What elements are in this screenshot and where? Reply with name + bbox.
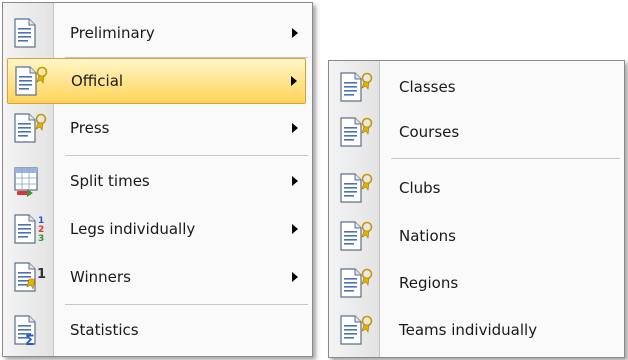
- menu-item-label: Split times: [70, 172, 150, 190]
- submenu-arrow-icon: [292, 123, 298, 133]
- menu-item-label: Legs individually: [70, 220, 196, 238]
- menu-item-label: Official: [71, 72, 124, 90]
- submenu-item-label: Teams individually: [399, 321, 538, 339]
- menu-item-preliminary[interactable]: Preliminary: [5, 9, 310, 57]
- submenu-item-label: Courses: [399, 123, 460, 141]
- menu-item-label: Winners: [70, 268, 131, 286]
- submenu-arrow-icon: [292, 272, 298, 282]
- submenu-item-courses[interactable]: Courses: [331, 108, 622, 156]
- svg-text:Σ: Σ: [25, 333, 35, 346]
- submenu-item-label: Clubs: [399, 179, 441, 197]
- main-menu: Preliminary Official Press Split times 1…: [2, 2, 313, 357]
- submenu-arrow-icon: [291, 76, 297, 86]
- submenu-arrow-icon: [292, 28, 298, 38]
- split-times-table-icon: [9, 165, 47, 197]
- submenu-item-clubs[interactable]: Clubs: [331, 164, 622, 212]
- document-winner-icon: 1: [9, 261, 47, 293]
- menu-item-winners[interactable]: 1 Winners: [5, 253, 310, 301]
- document-ranking-icon: 1 2 3: [9, 213, 47, 245]
- submenu-item-regions[interactable]: Regions: [331, 259, 622, 307]
- submenu-item-teams-individually[interactable]: Teams individually: [331, 306, 622, 354]
- menu-item-label: Press: [70, 119, 110, 137]
- submenu-item-label: Nations: [399, 227, 456, 245]
- submenu-arrow-icon: [292, 224, 298, 234]
- separator: [65, 304, 308, 305]
- menu-item-label: Statistics: [70, 321, 139, 339]
- submenu-item-classes[interactable]: Classes: [331, 63, 622, 111]
- menu-item-official[interactable]: Official: [7, 58, 306, 104]
- submenu-item-nations[interactable]: Nations: [331, 212, 622, 260]
- submenu-arrow-icon: [292, 176, 298, 186]
- submenu-item-label: Regions: [399, 274, 459, 292]
- document-medal-icon: [9, 112, 47, 144]
- document-medal-icon: [335, 314, 373, 346]
- submenu-item-label: Classes: [399, 78, 456, 96]
- document-medal-icon: [335, 172, 373, 204]
- menu-item-statistics[interactable]: Σ Statistics: [5, 306, 310, 354]
- official-submenu: Classes Courses Clubs Nations Regions Te…: [328, 60, 625, 358]
- document-medal-icon: [335, 116, 373, 148]
- separator: [391, 158, 620, 159]
- menu-item-split-times[interactable]: Split times: [5, 157, 310, 205]
- document-medal-icon: [10, 65, 48, 97]
- document-sigma-icon: Σ: [9, 314, 47, 346]
- document-medal-icon: [335, 220, 373, 252]
- menu-item-legs-individually[interactable]: 1 2 3 Legs individually: [5, 205, 310, 253]
- document-icon: [9, 17, 47, 49]
- document-medal-icon: [335, 71, 373, 103]
- document-medal-icon: [335, 267, 373, 299]
- separator: [65, 155, 308, 156]
- svg-text:3: 3: [38, 234, 44, 244]
- svg-text:1: 1: [37, 267, 46, 282]
- menu-item-press[interactable]: Press: [5, 104, 310, 152]
- menu-item-label: Preliminary: [70, 24, 155, 42]
